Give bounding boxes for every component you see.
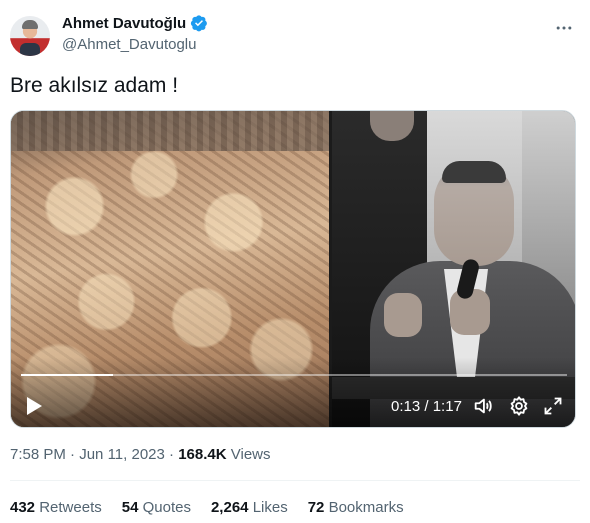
verified-badge-icon[interactable] [190,14,208,32]
play-icon[interactable] [23,391,45,421]
video-timestamp: 0:13 / 1:17 [391,391,462,421]
retweets-label: Retweets [39,499,102,516]
views-count[interactable]: 168.4K [178,446,226,463]
tweet-header: Ahmet Davutoğlu @Ahmet_Davutoglu [10,12,580,60]
views-label: Views [230,446,271,463]
video-duration: 1:17 [432,397,462,415]
tweet-date[interactable]: Jun 11, 2023 [79,446,165,463]
bookmarks-count: 72 [307,499,325,516]
video-controls: 0:13 / 1:17 [11,391,575,421]
volume-icon[interactable] [471,391,495,421]
bookmarks-label: Bookmarks [328,499,404,516]
settings-gear-icon[interactable] [507,391,531,421]
tweet-meta: 7:58 PM · Jun 11, 2023 · 168.4K Views [10,446,271,463]
meta-separator: · [169,446,175,463]
video-player[interactable]: 0:13 / 1:17 [10,110,576,428]
stat-bookmarks[interactable]: 72 Bookmarks [308,499,404,516]
video-progress-bar[interactable] [21,374,567,376]
divider [10,480,580,481]
quotes-label: Quotes [142,499,191,516]
stat-quotes[interactable]: 54 Quotes [122,499,191,516]
video-time-separator: / [424,397,429,415]
tweet-stats: 432 Retweets 54 Quotes 2,264 Likes 72 Bo… [10,499,404,516]
author-handle[interactable]: @Ahmet_Davutoglu [62,36,196,53]
likes-count: 2,264 [210,499,249,516]
video-current-time: 0:13 [391,397,421,415]
tweet-text: Bre akılsız adam ! [10,74,179,97]
meta-separator: · [70,446,76,463]
author-display-name[interactable]: Ahmet Davutoğlu [62,15,186,32]
quotes-count: 54 [121,499,139,516]
avatar[interactable] [10,16,50,56]
more-options-icon[interactable] [552,16,576,40]
video-progress-fill [21,374,114,376]
fullscreen-expand-icon[interactable] [541,391,565,421]
author-name-row: Ahmet Davutoğlu [62,14,208,32]
retweets-count: 432 [10,499,36,516]
likes-label: Likes [252,499,288,516]
stat-likes[interactable]: 2,264 Likes [211,499,288,516]
speaker-hand [384,293,422,337]
stat-retweets[interactable]: 432 Retweets [10,499,102,516]
tweet-time[interactable]: 7:58 PM [10,446,66,463]
speaker-head [434,161,514,266]
